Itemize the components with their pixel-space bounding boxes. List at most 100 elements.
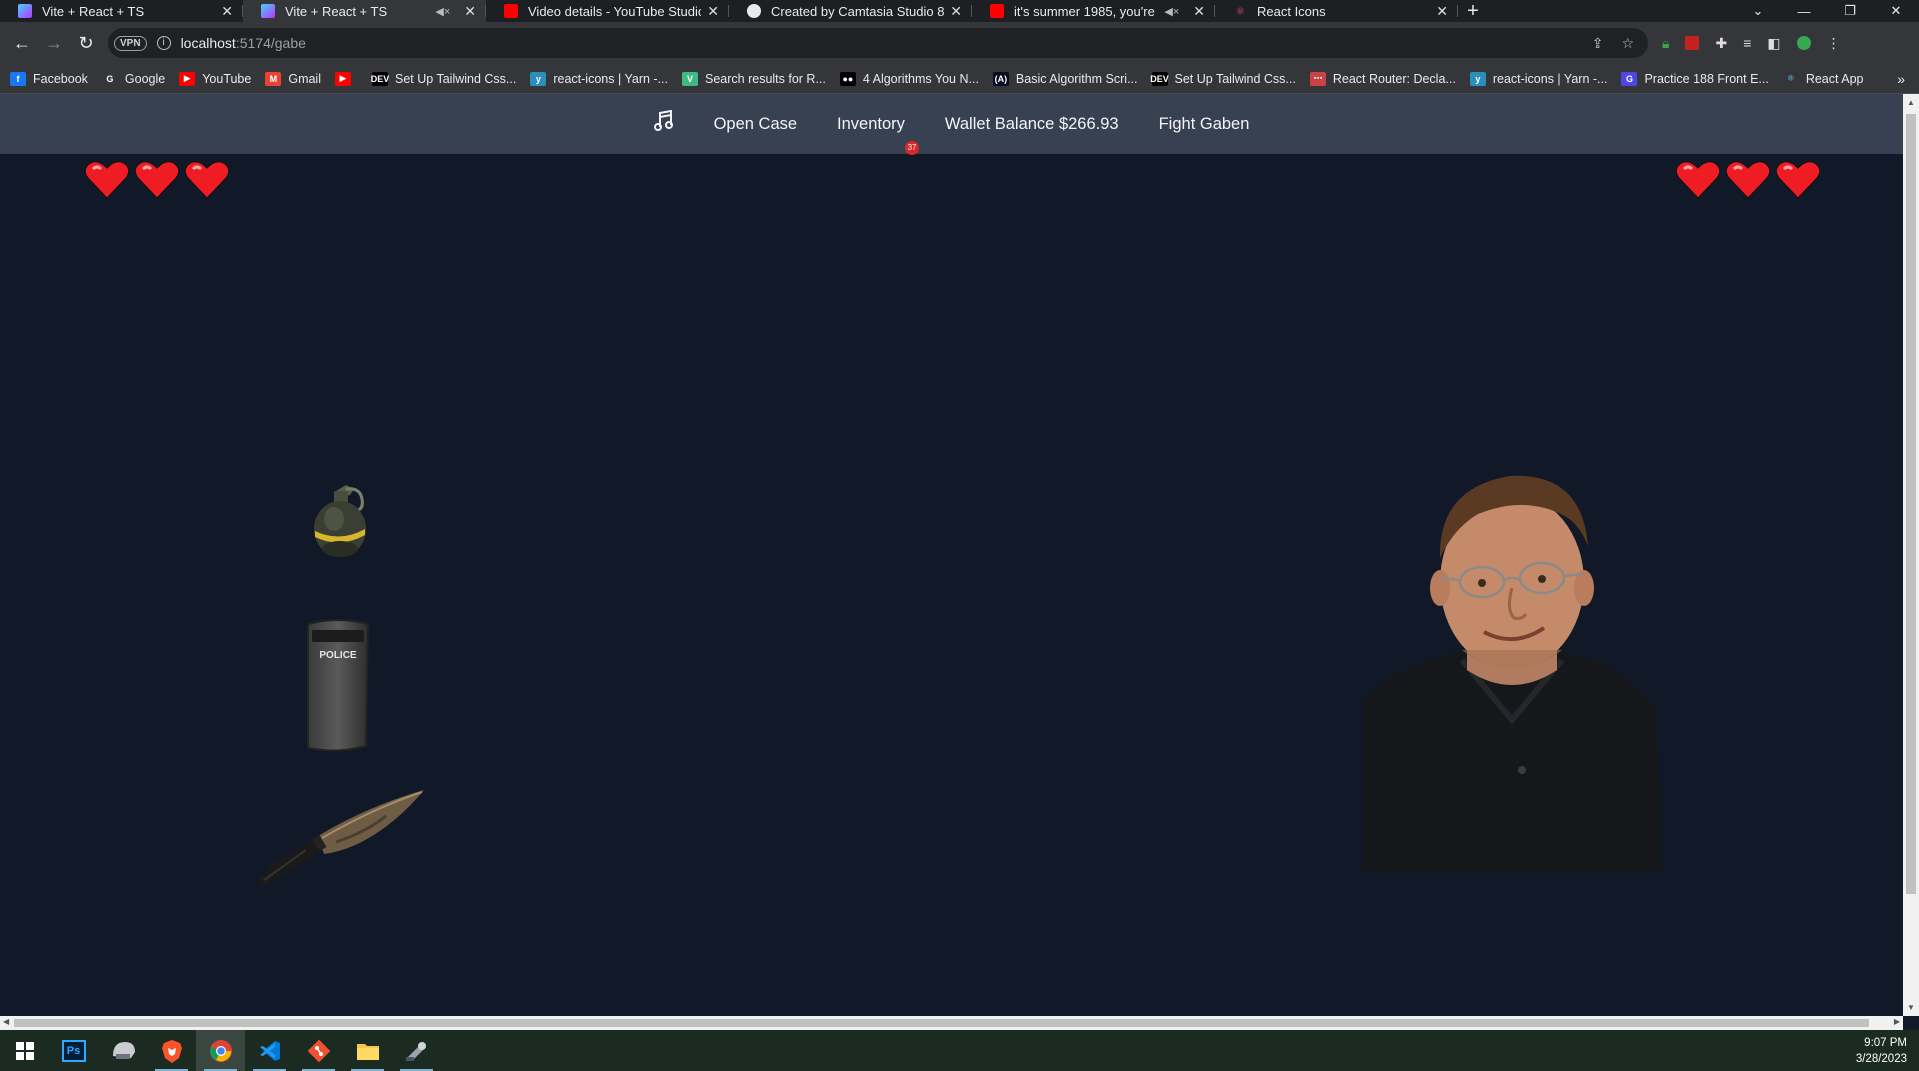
horizontal-scroll-thumb[interactable]	[14, 1019, 1869, 1027]
greatfrontend-icon: G	[1621, 71, 1638, 86]
extensions-area: 🔒︎ ✚ ≡ ◧ ⋮	[1662, 35, 1841, 52]
side-panel-icon[interactable]: ◧	[1767, 35, 1780, 52]
facebook-icon: f	[10, 71, 26, 86]
enemy-health	[1675, 160, 1821, 205]
bookmark-item[interactable]: y react-icons | Yarn -...	[530, 71, 668, 86]
share-icon[interactable]: ⇪	[1592, 35, 1604, 52]
bookmark-label: React App	[1805, 71, 1864, 86]
app-page: Open Case Inventory 37 Wallet Balance $2…	[0, 94, 1903, 1016]
bookmark-item[interactable]: ⋯ React Router: Decla...	[1309, 71, 1456, 86]
red-extension-icon[interactable]	[1685, 36, 1700, 50]
brave-icon[interactable]	[147, 1030, 196, 1071]
browser-tab[interactable]: it's summer 1985, you're driv ◀× ✕	[972, 0, 1215, 22]
browser-tab[interactable]: ⚛ React Icons ✕	[1215, 0, 1458, 22]
tab-title: Video details - YouTube Studio	[528, 3, 702, 19]
close-window-button[interactable]: ✕	[1873, 3, 1919, 19]
restore-button[interactable]: ❐	[1827, 3, 1873, 19]
speaker-muted-icon[interactable]: ◀×	[1164, 5, 1179, 18]
windows-start-icon[interactable]	[0, 1030, 49, 1071]
gaben-portrait[interactable]	[1362, 470, 1662, 872]
helmet-app-icon[interactable]	[98, 1030, 147, 1071]
vertical-scroll-thumb[interactable]	[1906, 114, 1916, 894]
bookmark-label: Google	[124, 71, 166, 86]
bookmark-item[interactable]: f Facebook	[10, 71, 88, 86]
browser-tab[interactable]: Vite + React + TS ◀× ✕	[243, 0, 486, 22]
shield-police-text: POLICE	[319, 650, 357, 661]
bookmark-label: react-icons | Yarn -...	[553, 71, 668, 86]
fcc-icon: (A)	[992, 71, 1009, 86]
bookmark-item[interactable]: DEV Set Up Tailwind Css...	[370, 71, 516, 86]
address-bar[interactable]: VPN i localhost:5174/gabe ⇪ ☆	[108, 28, 1648, 58]
bookmark-item[interactable]: ⚛ React App	[1783, 72, 1864, 86]
shield-check-extension-icon[interactable]	[1796, 36, 1811, 50]
dev-icon: DEV	[370, 71, 390, 86]
fight-gaben-link[interactable]: Fight Gaben	[1159, 115, 1250, 134]
player-heart-icon	[84, 160, 130, 205]
bookmarks-overflow-button[interactable]: »	[1897, 71, 1919, 87]
tab-title: Vite + React + TS	[285, 3, 388, 19]
photoshop-icon[interactable]: Ps	[49, 1030, 98, 1071]
game-app-icon[interactable]	[392, 1030, 441, 1071]
bookmarks-bar: f Facebook G Google ▶ YouTube M Gmail ▶ DEV Set Up…	[0, 64, 1919, 94]
bookmark-item[interactable]: y react-icons | Yarn -...	[1469, 71, 1607, 86]
vertical-scrollbar[interactable]: ▲ ▼	[1903, 94, 1919, 1016]
windows-taskbar: Ps 9:07 PM 3/28/2023	[0, 1030, 1919, 1071]
inventory-link[interactable]: Inventory 37	[837, 114, 920, 155]
knife-icon[interactable]	[248, 782, 428, 894]
enemy-heart-icon	[1725, 160, 1771, 205]
bookmark-label: 4 Algorithms You N...	[862, 71, 979, 86]
reload-button[interactable]: ↻	[70, 33, 102, 54]
lock-extension-icon[interactable]: 🔒︎	[1662, 35, 1669, 52]
bookmark-item[interactable]: ●● 4 Algorithms You N...	[839, 71, 979, 86]
browser-tab[interactable]: Vite + React + TS ✕	[0, 0, 243, 22]
bookmark-item[interactable]: V Search results for R...	[682, 71, 826, 86]
bookmark-star-icon[interactable]: ☆	[1621, 35, 1634, 52]
bookmark-label: Basic Algorithm Scri...	[1015, 71, 1138, 86]
bookmark-item[interactable]: DEV Set Up Tailwind Css...	[1150, 71, 1296, 86]
tab-search-icon[interactable]: ⌄	[1735, 3, 1781, 19]
horizontal-scrollbar[interactable]: ◀ ▶	[0, 1016, 1903, 1030]
close-tab-icon[interactable]: ✕	[464, 3, 476, 20]
browser-tab[interactable]: Created by Camtasia Studio 8 ✕	[729, 0, 972, 22]
grenade-icon[interactable]	[300, 479, 376, 559]
bookmark-item[interactable]: ▶	[335, 71, 358, 86]
window-controls: ⌄ — ❐ ✕	[1735, 0, 1919, 22]
reading-list-icon[interactable]: ≡	[1743, 35, 1751, 51]
bookmark-item[interactable]: G Practice 188 Front E...	[1621, 71, 1769, 86]
new-tab-button[interactable]: +	[1458, 0, 1488, 22]
riot-shield-icon[interactable]: POLICE	[298, 616, 378, 756]
bookmark-label: YouTube	[202, 71, 252, 86]
close-tab-icon[interactable]: ✕	[1436, 3, 1448, 20]
bookmark-item[interactable]: G Google	[102, 72, 165, 86]
bookmark-item[interactable]: M Gmail	[265, 71, 321, 86]
close-tab-icon[interactable]: ✕	[221, 3, 233, 20]
file-explorer-icon[interactable]	[343, 1030, 392, 1071]
taskbar-clock[interactable]: 9:07 PM 3/28/2023	[1856, 1035, 1919, 1067]
puzzle-extensions-icon[interactable]: ✚	[1715, 35, 1727, 52]
bookmark-item[interactable]: (A) Basic Algorithm Scri...	[992, 71, 1138, 86]
menu-kebab-icon[interactable]: ⋮	[1827, 35, 1841, 52]
close-tab-icon[interactable]: ✕	[1193, 3, 1205, 20]
forward-button[interactable]: →	[38, 33, 70, 54]
music-note-icon[interactable]	[653, 109, 674, 138]
inventory-label: Inventory	[837, 114, 905, 133]
git-icon[interactable]	[294, 1030, 343, 1071]
browser-tab[interactable]: Video details - YouTube Studio ✕	[486, 0, 729, 22]
close-tab-icon[interactable]: ✕	[950, 3, 962, 20]
vite-icon	[261, 4, 275, 18]
bookmark-label: Set Up Tailwind Css...	[1174, 71, 1296, 86]
chrome-icon[interactable]	[196, 1030, 245, 1071]
site-info-icon[interactable]: i	[156, 36, 171, 50]
vpn-badge[interactable]: VPN	[114, 35, 147, 51]
close-tab-icon[interactable]: ✕	[707, 3, 719, 20]
back-button[interactable]: ←	[6, 33, 38, 54]
vscode-icon[interactable]	[245, 1030, 294, 1071]
dev-icon: DEV	[1150, 71, 1169, 86]
youtube-icon: ▶	[179, 71, 196, 86]
clock-date: 3/28/2023	[1855, 1052, 1907, 1065]
youtube-icon	[504, 4, 518, 18]
open-case-link[interactable]: Open Case	[714, 115, 797, 134]
minimize-button[interactable]: —	[1781, 4, 1827, 19]
speaker-muted-icon[interactable]: ◀×	[435, 5, 450, 18]
bookmark-item[interactable]: ▶ YouTube	[179, 71, 252, 86]
